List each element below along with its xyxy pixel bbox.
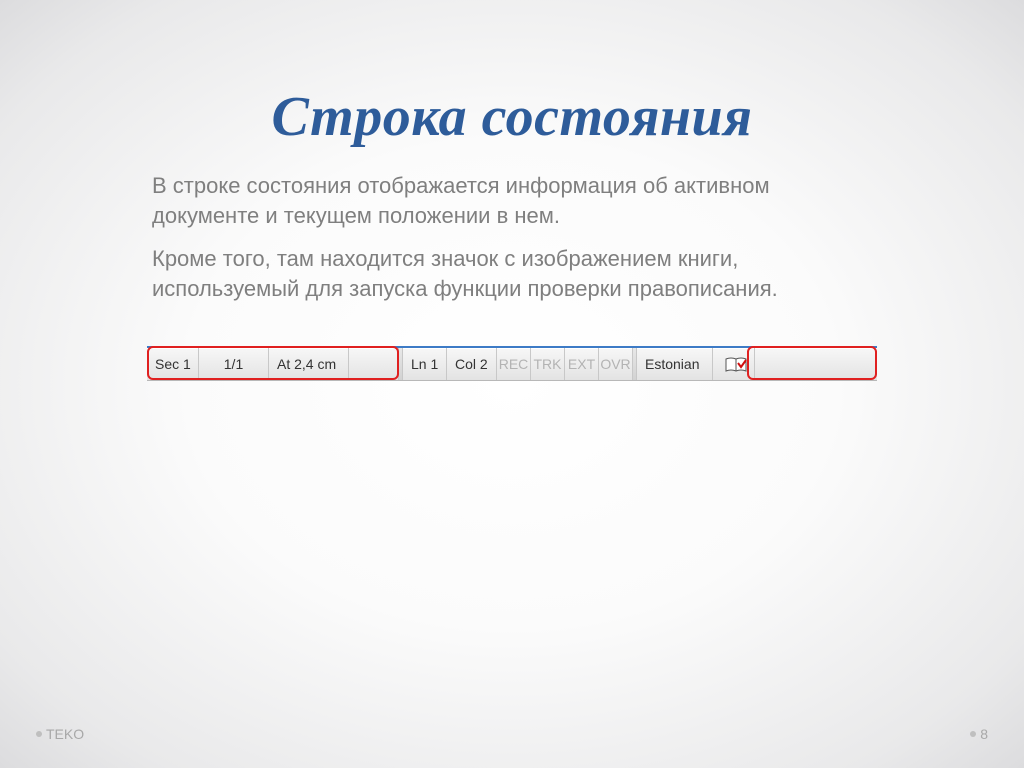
body-text: В строке состояния отображается информац… (152, 171, 872, 304)
statusbar-mode-trk[interactable]: TRK (531, 348, 565, 380)
statusbar-page[interactable]: 1/1 (199, 348, 269, 380)
statusbar-end (755, 348, 771, 380)
statusbar-mode-ovr[interactable]: OVR (599, 348, 633, 380)
statusbar-spellcheck[interactable] (713, 348, 755, 380)
statusbar-mode-rec[interactable]: REC (497, 348, 531, 380)
paragraph-2: Кроме того, там находится значок с изобр… (152, 244, 872, 305)
statusbar-mode-ext[interactable]: EXT (565, 348, 599, 380)
bullet-icon (36, 731, 42, 737)
statusbar-at[interactable]: At 2,4 cm (269, 348, 349, 380)
footer-page: 8 (970, 726, 988, 742)
bullet-icon (970, 731, 976, 737)
paragraph-1: В строке состояния отображается информац… (152, 171, 872, 232)
footer-page-number: 8 (980, 726, 988, 742)
footer-brand: TEKO (36, 726, 84, 742)
book-spellcheck-icon (725, 357, 743, 371)
footer-brand-label: TEKO (46, 726, 84, 742)
statusbar-line[interactable]: Ln 1 (403, 348, 447, 380)
statusbar-language[interactable]: Estonian (637, 348, 713, 380)
statusbar-column[interactable]: Col 2 (447, 348, 497, 380)
statusbar-figure: Sec 1 1/1 At 2,4 cm Ln 1 Col 2 REC TRK E… (147, 346, 877, 381)
statusbar-spacer (349, 348, 399, 380)
slide: Строка состояния В строке состояния отоб… (0, 0, 1024, 768)
slide-title: Строка состояния (60, 85, 964, 149)
statusbar: Sec 1 1/1 At 2,4 cm Ln 1 Col 2 REC TRK E… (147, 346, 877, 381)
statusbar-section[interactable]: Sec 1 (147, 348, 199, 380)
